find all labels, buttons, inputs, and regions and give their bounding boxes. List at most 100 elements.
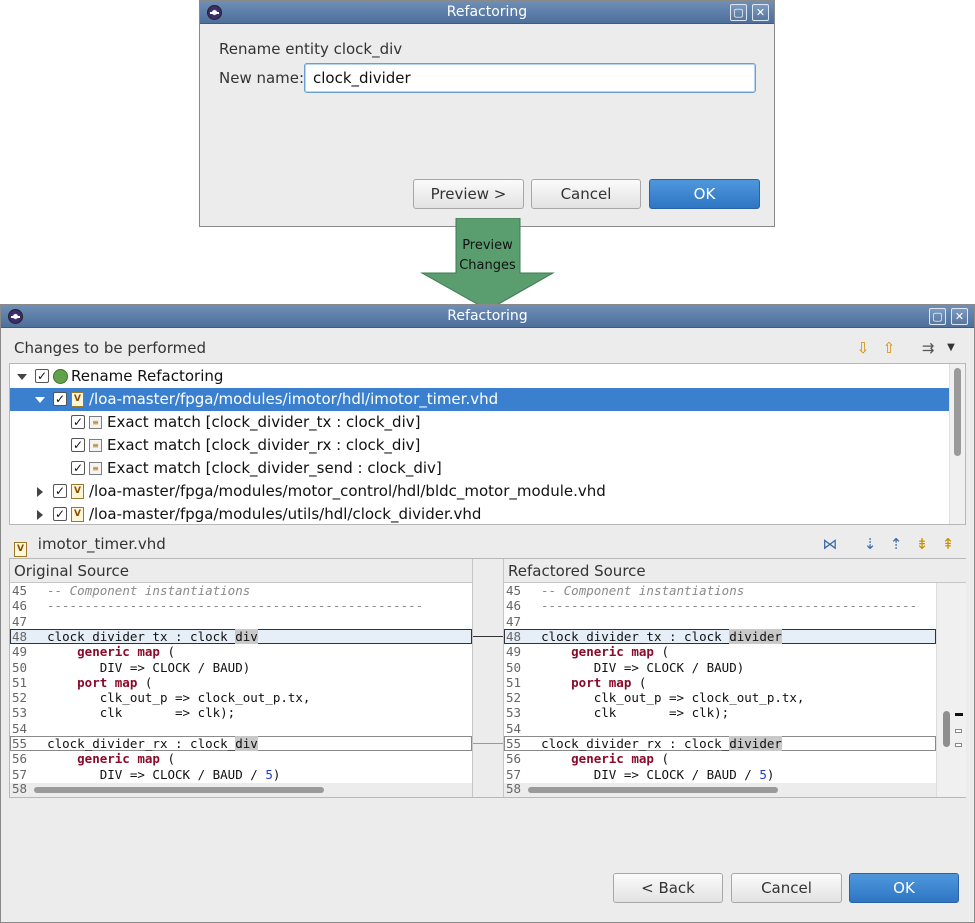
- new-name-input[interactable]: clock_divider: [304, 63, 756, 93]
- code-keyword: port map: [77, 674, 138, 690]
- code-instance: clock_divider_tx : clock_: [47, 628, 236, 644]
- code-text: DIV => CLOCK / BAUD / 5): [32, 766, 281, 782]
- refactored-hscroll-thumb[interactable]: [528, 787, 778, 793]
- ok-button[interactable]: OK: [649, 179, 760, 209]
- code-keyword: generic map: [571, 644, 654, 660]
- text-match-icon: ≡: [89, 462, 102, 475]
- ok-button[interactable]: OK: [849, 873, 959, 903]
- view-menu-icon[interactable]: ▼: [942, 339, 960, 357]
- tree-item-rename-refactoring[interactable]: ✓ Rename Refactoring: [10, 365, 949, 388]
- original-code-pane[interactable]: 45 -- Component instantiations 46 ------…: [10, 583, 472, 783]
- checkbox-icon[interactable]: ✓: [53, 392, 67, 406]
- diff-connector-line: [473, 636, 503, 637]
- code-line-53: 53 clk => clk);: [504, 705, 936, 720]
- original-hscroll-thumb[interactable]: [34, 787, 324, 793]
- code-keyword: generic map: [77, 644, 160, 660]
- cancel-button[interactable]: Cancel: [531, 179, 641, 209]
- tree-scrollbar[interactable]: [949, 364, 965, 524]
- collapse-icon[interactable]: [37, 510, 43, 520]
- next-change-icon[interactable]: ⇩: [854, 339, 872, 357]
- collapse-icon[interactable]: [37, 487, 43, 497]
- code-text: DIV => CLOCK / BAUD / 5): [526, 766, 775, 782]
- tree-item-imotor-timer[interactable]: ✓ V /loa-master/fpga/modules/imotor/hdl/…: [10, 388, 949, 411]
- swap-sides-icon[interactable]: ⋈: [821, 535, 839, 553]
- next-change-icon[interactable]: ⇟: [913, 535, 931, 553]
- code-line-48: 48 clock_divider_tx : clock_div: [10, 628, 472, 644]
- line-number: 51: [12, 674, 28, 690]
- line-number: 46: [12, 598, 28, 614]
- checkbox-icon[interactable]: ✓: [71, 438, 85, 452]
- checkbox-icon[interactable]: ✓: [53, 507, 67, 521]
- code-text: DIV => CLOCK / BAUD /: [99, 766, 266, 782]
- original-source-header: Original Source: [10, 559, 472, 583]
- diff-connector-line: [473, 743, 503, 744]
- vhdl-file-icon: V: [14, 542, 27, 557]
- code-text: clk => clk);: [526, 705, 729, 720]
- back-button[interactable]: < Back: [613, 873, 723, 903]
- code-text: ): [766, 766, 775, 782]
- change-marker[interactable]: [955, 713, 963, 716]
- filter-changes-icon[interactable]: ⇉: [919, 339, 937, 357]
- cancel-button[interactable]: Cancel: [731, 873, 842, 903]
- original-hscrollbar[interactable]: 58: [10, 781, 472, 797]
- rename-heading: Rename entity clock_div: [219, 40, 403, 58]
- change-marker[interactable]: [955, 743, 962, 747]
- code-number: 5: [759, 766, 767, 782]
- overview-scroll-thumb[interactable]: [943, 711, 950, 747]
- expand-icon[interactable]: [35, 397, 45, 403]
- checkbox-icon[interactable]: ✓: [71, 415, 85, 429]
- code-comment: -- Component instantiations: [541, 583, 745, 598]
- code-line-45: 45 -- Component instantiations: [504, 583, 936, 598]
- line-number: 58: [506, 781, 522, 796]
- code-text: clk => clk);: [593, 705, 730, 721]
- line-number: 45: [12, 583, 28, 598]
- line-number: 56: [506, 751, 522, 767]
- tree-item-clock-divider[interactable]: ✓ V /loa-master/fpga/modules/utils/hdl/c…: [10, 503, 949, 524]
- code-line-57: 57 DIV => CLOCK / BAUD / 5): [504, 767, 936, 782]
- line-number: 50: [506, 659, 522, 675]
- tree-item-match-tx[interactable]: ✓ ≡ Exact match [clock_divider_tx : cloc…: [10, 411, 949, 434]
- checkbox-icon[interactable]: ✓: [35, 369, 49, 383]
- maximize-icon[interactable]: ▢: [929, 308, 946, 325]
- code-text: clk_out_p => clock_out_p.tx,: [32, 690, 311, 706]
- previous-change-icon[interactable]: ⇧: [880, 339, 898, 357]
- preview-dialog-title: Refactoring: [447, 308, 528, 324]
- code-line-54: 54: [10, 721, 472, 736]
- code-text: (: [631, 674, 647, 690]
- code-line-55: 55 clock_divider_rx : clock_div: [10, 736, 472, 751]
- tree-item-match-send[interactable]: ✓ ≡ Exact match [clock_divider_send : cl…: [10, 457, 949, 480]
- line-number: 58: [12, 781, 28, 796]
- code-text: clk_out_p => clock_out_p.tx,: [99, 690, 311, 706]
- refactored-hscrollbar[interactable]: 58: [504, 781, 936, 797]
- code-text: (: [653, 751, 670, 767]
- previous-change-icon[interactable]: ⇞: [939, 535, 957, 553]
- tree-item-match-rx[interactable]: ✓ ≡ Exact match [clock_divider_rx : cloc…: [10, 434, 949, 457]
- code-text: -- Component instantiations: [526, 583, 744, 598]
- changes-header: Changes to be performed ⇩ ⇧ ⇉ ▼: [9, 335, 966, 361]
- checkbox-icon[interactable]: ✓: [71, 461, 85, 475]
- tree-scrollbar-thumb[interactable]: [954, 368, 961, 456]
- eclipse-logo-icon: [207, 5, 222, 20]
- next-difference-icon[interactable]: ⇣: [861, 535, 879, 553]
- line-number: 51: [506, 674, 522, 690]
- preview-button[interactable]: Preview >: [413, 179, 524, 209]
- code-line-48: 48 clock_divider_tx : clock_divider: [504, 628, 936, 644]
- code-instance: clock_divider_rx : clock_: [47, 736, 236, 751]
- previous-difference-icon[interactable]: ⇡: [887, 535, 905, 553]
- tree-item-label: /loa-master/fpga/modules/utils/hdl/clock…: [89, 505, 482, 523]
- close-icon[interactable]: ✕: [951, 308, 968, 325]
- change-marker[interactable]: [955, 729, 962, 733]
- checkbox-icon[interactable]: ✓: [53, 484, 67, 498]
- line-number: 53: [506, 705, 522, 721]
- close-icon[interactable]: ✕: [752, 4, 769, 21]
- refactored-code-pane[interactable]: 45 -- Component instantiations 46 ------…: [504, 583, 936, 783]
- code-line-50: 50 DIV => CLOCK / BAUD): [504, 660, 936, 675]
- maximize-icon[interactable]: ▢: [730, 4, 747, 21]
- tree-item-bldc-motor[interactable]: ✓ V /loa-master/fpga/modules/motor_contr…: [10, 480, 949, 503]
- code-new-name: divider: [729, 736, 782, 751]
- expand-icon[interactable]: [17, 374, 27, 380]
- overview-ruler[interactable]: [936, 583, 966, 797]
- code-text: DIV => CLOCK / BAUD): [593, 659, 745, 675]
- code-comment: ----------------------------------------…: [47, 598, 424, 614]
- changes-tree[interactable]: ✓ Rename Refactoring ✓ V /loa-master/fpg…: [9, 363, 966, 525]
